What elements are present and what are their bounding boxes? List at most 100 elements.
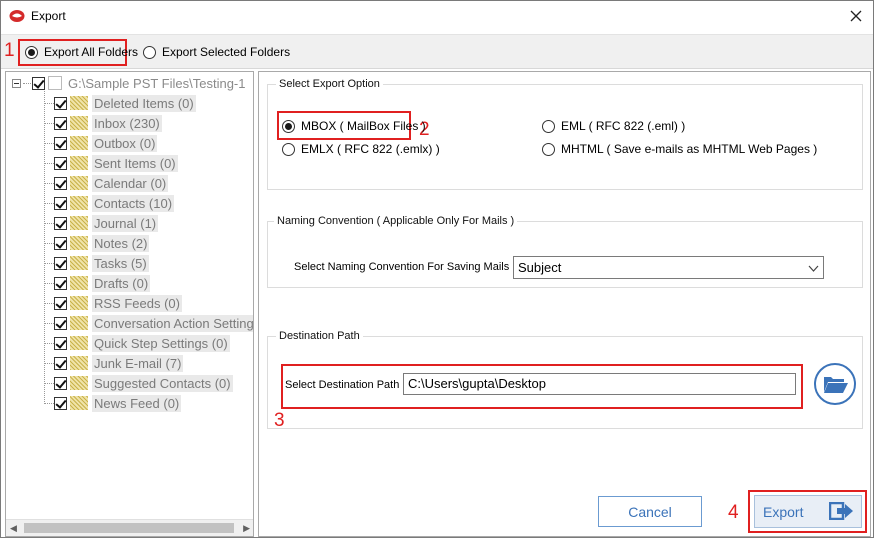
export-option-group: Select Export Option 2 MBOX ( MailBox Fi… <box>267 78 863 190</box>
tree-item-label: News Feed (0) <box>92 394 182 412</box>
annotation-4: 4 <box>728 502 739 523</box>
folder-checkbox[interactable] <box>54 216 67 230</box>
tree-connector <box>23 82 31 84</box>
tree-item[interactable]: Conversation Action Setting <box>44 313 254 333</box>
folder-checkbox[interactable] <box>54 196 67 210</box>
tree-item[interactable]: Junk E-mail (7) <box>44 353 184 373</box>
annotation-1: 1 <box>4 40 15 61</box>
radio-label: EML ( RFC 822 (.eml) ) <box>561 119 686 133</box>
tree-connector <box>44 282 54 284</box>
root-checkbox[interactable] <box>32 76 45 90</box>
export-dialog: Export 1 Export All Folders Export Selec… <box>0 0 874 538</box>
folder-checkbox[interactable] <box>54 316 67 330</box>
tree-item-label: Journal (1) <box>92 214 159 232</box>
tree-item-label: Drafts (0) <box>92 274 151 292</box>
close-icon <box>850 10 862 22</box>
folder-icon <box>70 396 88 410</box>
folder-open-icon <box>818 367 852 401</box>
input-value: C:\Users\gupta\Desktop <box>408 376 547 391</box>
tree-item[interactable]: News Feed (0) <box>44 393 182 413</box>
radio-label: EMLX ( RFC 822 (.emlx) ) <box>301 142 440 156</box>
folder-checkbox[interactable] <box>54 276 67 290</box>
radio-dot <box>282 142 295 156</box>
scroll-thumb[interactable] <box>24 523 234 533</box>
radio-dot <box>143 45 156 59</box>
tree-item[interactable]: Drafts (0) <box>44 273 151 293</box>
folder-checkbox[interactable] <box>54 116 67 130</box>
tree-item-label: Quick Step Settings (0) <box>92 334 230 352</box>
folder-checkbox[interactable] <box>54 356 67 370</box>
tree-item[interactable]: Notes (2) <box>44 233 150 253</box>
export-button[interactable]: Export <box>754 495 862 528</box>
tree-item-label: Contacts (10) <box>92 194 175 212</box>
radio-label: Export Selected Folders <box>162 45 291 59</box>
horizontal-scrollbar[interactable]: ◀ ▶ <box>6 519 253 536</box>
radio-label: MHTML ( Save e-mails as MHTML Web Pages … <box>561 142 818 156</box>
tree-item-label: Sent Items (0) <box>92 154 178 172</box>
folder-checkbox[interactable] <box>54 136 67 150</box>
export-settings-pane: Select Export Option 2 MBOX ( MailBox Fi… <box>258 71 871 537</box>
tree-item-label: Calendar (0) <box>92 174 169 192</box>
tree-item[interactable]: Contacts (10) <box>44 193 175 213</box>
scroll-left-icon[interactable]: ◀ <box>10 523 17 534</box>
radio-mbox[interactable]: MBOX ( MailBox Files ) <box>282 119 426 133</box>
cancel-label: Cancel <box>628 503 672 520</box>
tree-item[interactable]: Tasks (5) <box>44 253 149 273</box>
tree-connector <box>44 182 54 184</box>
radio-dot <box>542 119 555 133</box>
radio-export-selected-folders[interactable]: Export Selected Folders <box>143 45 290 59</box>
radio-export-all-folders[interactable]: Export All Folders <box>25 45 138 59</box>
export-arrow-icon <box>829 502 853 520</box>
folder-checkbox[interactable] <box>54 176 67 190</box>
tree-item[interactable]: Suggested Contacts (0) <box>44 373 233 393</box>
tree-item[interactable]: RSS Feeds (0) <box>44 293 182 313</box>
group-title: Select Export Option <box>276 78 383 90</box>
tree-item[interactable]: Calendar (0) <box>44 173 169 193</box>
tree-connector <box>44 142 54 144</box>
radio-dot <box>282 119 295 133</box>
folder-checkbox[interactable] <box>54 156 67 170</box>
annotation-3: 3 <box>274 410 285 431</box>
folder-checkbox[interactable] <box>54 396 67 410</box>
tree-connector <box>44 242 54 244</box>
folder-icon <box>70 336 88 350</box>
destination-path-input[interactable]: C:\Users\gupta\Desktop <box>403 373 796 395</box>
folder-icon <box>70 176 88 190</box>
tree-item[interactable]: Deleted Items (0) <box>44 93 196 113</box>
tree-item-label: Notes (2) <box>92 234 150 252</box>
folder-checkbox[interactable] <box>54 296 67 310</box>
tree-item[interactable]: Sent Items (0) <box>44 153 178 173</box>
scroll-right-icon[interactable]: ▶ <box>243 523 250 534</box>
tree-item-label: Conversation Action Setting <box>92 314 254 332</box>
collapse-icon[interactable] <box>12 78 21 88</box>
folder-icon <box>70 136 88 150</box>
folder-icon <box>70 296 88 310</box>
tree-root[interactable]: G:\Sample PST Files\Testing-1 <box>12 73 248 93</box>
tree-connector <box>44 162 54 164</box>
tree-connector <box>44 322 54 324</box>
tree-item[interactable]: Outbox (0) <box>44 133 158 153</box>
browse-folder-button[interactable] <box>814 363 856 405</box>
radio-mhtml[interactable]: MHTML ( Save e-mails as MHTML Web Pages … <box>542 142 817 156</box>
radio-eml[interactable]: EML ( RFC 822 (.eml) ) <box>542 119 685 133</box>
tree-item[interactable]: Quick Step Settings (0) <box>44 333 230 353</box>
close-button[interactable] <box>845 5 867 27</box>
folder-icon <box>70 216 88 230</box>
folder-checkbox[interactable] <box>54 256 67 270</box>
tree-connector <box>44 382 54 384</box>
export-scope-bar: 1 Export All Folders Export Selected Fol… <box>1 34 873 69</box>
cancel-button[interactable]: Cancel <box>598 496 702 527</box>
radio-emlx[interactable]: EMLX ( RFC 822 (.emlx) ) <box>282 142 440 156</box>
tree-item[interactable]: Journal (1) <box>44 213 159 233</box>
naming-convention-select[interactable]: Subject <box>513 256 824 279</box>
folder-checkbox[interactable] <box>54 96 67 110</box>
folder-checkbox[interactable] <box>54 336 67 350</box>
group-title: Naming Convention ( Applicable Only For … <box>274 215 518 227</box>
tree-connector <box>44 202 54 204</box>
folder-icon <box>70 96 88 110</box>
tree-item[interactable]: Inbox (230) <box>44 113 162 133</box>
folder-checkbox[interactable] <box>54 376 67 390</box>
folder-checkbox[interactable] <box>54 236 67 250</box>
chevron-down-icon <box>808 265 819 272</box>
tree-connector <box>44 122 54 124</box>
